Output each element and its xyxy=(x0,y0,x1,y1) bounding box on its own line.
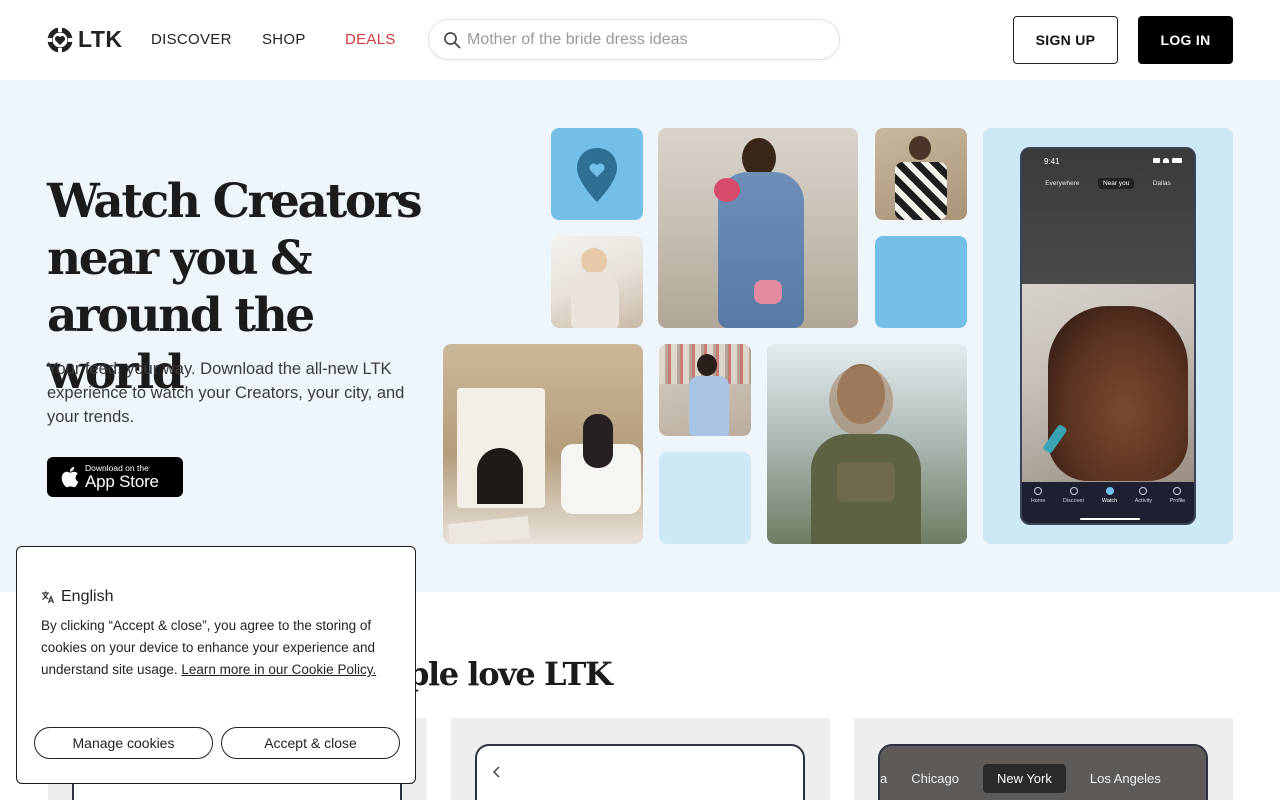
creator-photo-magazines[interactable] xyxy=(659,344,751,436)
hero-title-line: Watch Creators xyxy=(47,174,423,229)
accept-close-button[interactable]: Accept & close xyxy=(221,727,400,759)
location-pin-icon xyxy=(577,148,617,202)
creator-face xyxy=(1048,306,1188,481)
home-icon xyxy=(1034,487,1043,495)
search-icon xyxy=(1069,487,1078,495)
phone-video xyxy=(1022,284,1194,484)
search-bar[interactable] xyxy=(428,19,840,60)
cookie-description: By clicking “Accept & close”, you agree … xyxy=(41,615,396,681)
creator-photo-outdoor[interactable] xyxy=(767,344,967,544)
creator-photo-print-dress[interactable] xyxy=(875,128,967,220)
location-pin-tile xyxy=(551,128,643,220)
avatar xyxy=(1173,487,1182,495)
city-tab[interactable]: a xyxy=(880,771,887,786)
hero-subtitle: Your feed, your way. Download the all-ne… xyxy=(47,360,405,426)
phone-mockup-panel: 9:41 Everywhere Near you Dallas Home Dis… xyxy=(983,128,1233,544)
location-pin-icon xyxy=(1105,487,1114,495)
hero-section: Watch Creators near you & around the wor… xyxy=(0,80,1280,592)
log-in-button[interactable]: LOG IN xyxy=(1138,16,1233,64)
translate-icon xyxy=(42,591,55,604)
phone-tab: Everywhere xyxy=(1045,180,1080,187)
phone-tabs: Everywhere Near you Dallas xyxy=(1022,178,1194,189)
section-title-text: ple love LTK xyxy=(407,655,613,693)
city-tabs: a Chicago New York Los Angeles xyxy=(880,764,1206,793)
phone-mockup: 9:41 Everywhere Near you Dallas Home Dis… xyxy=(1020,147,1196,525)
blue-tile xyxy=(875,236,967,328)
card-phone-frame xyxy=(475,744,805,800)
language-label: English xyxy=(61,588,114,605)
apple-icon xyxy=(61,466,79,488)
hero-title-line: near you & xyxy=(47,231,313,286)
creator-photo-sweater[interactable] xyxy=(551,236,643,328)
logo-text: LTK xyxy=(78,26,123,52)
cookie-policy-link[interactable]: Learn more in our Cookie Policy. xyxy=(181,662,376,677)
phone-status-icons xyxy=(1153,158,1182,163)
ltk-logo[interactable]: LTK xyxy=(47,26,123,53)
card-phone-frame: a Chicago New York Los Angeles xyxy=(878,744,1208,800)
city-tab-active[interactable]: New York xyxy=(982,764,1066,793)
city-tab[interactable]: Chicago xyxy=(911,771,959,786)
creator-photo-denim[interactable] xyxy=(658,128,858,328)
nav-deals[interactable]: DEALS xyxy=(345,31,396,48)
bell-icon xyxy=(1139,487,1148,495)
feature-card: a Chicago New York Los Angeles xyxy=(854,718,1233,800)
pale-blue-tile xyxy=(659,452,751,544)
phone-nav-profile: Profile xyxy=(1170,487,1185,523)
phone-nav-home: Home xyxy=(1031,487,1045,523)
feature-card xyxy=(451,718,830,800)
manage-cookies-button[interactable]: Manage cookies xyxy=(34,727,213,759)
chevron-left-icon[interactable] xyxy=(491,766,503,778)
phone-tab-active: Near you xyxy=(1097,178,1135,189)
phone-time: 9:41 xyxy=(1044,157,1060,166)
nav-discover[interactable]: DISCOVER xyxy=(151,31,232,48)
app-store-badge[interactable]: Download on the App Store xyxy=(47,457,183,497)
site-header: LTK DISCOVER SHOP DEALS SIGN UP LOG IN xyxy=(0,0,1280,80)
language-selector[interactable]: English xyxy=(41,588,113,606)
phone-video-top xyxy=(1022,149,1194,284)
search-icon xyxy=(444,32,461,49)
cookie-consent-dialog: English By clicking “Accept & close”, yo… xyxy=(16,546,416,784)
home-indicator xyxy=(1080,518,1140,520)
ltk-logo-icon xyxy=(47,26,73,53)
search-input[interactable] xyxy=(467,20,827,59)
city-tab[interactable]: Los Angeles xyxy=(1090,771,1161,786)
phone-bottom-nav: Home Discover Watch Activity Profile xyxy=(1022,482,1194,523)
sign-up-button[interactable]: SIGN UP xyxy=(1013,16,1118,64)
nav-shop[interactable]: SHOP xyxy=(262,31,306,48)
creator-photo-living-room[interactable] xyxy=(443,344,643,544)
app-store-big-text: App Store xyxy=(85,471,159,491)
phone-tab: Dallas xyxy=(1152,180,1171,187)
